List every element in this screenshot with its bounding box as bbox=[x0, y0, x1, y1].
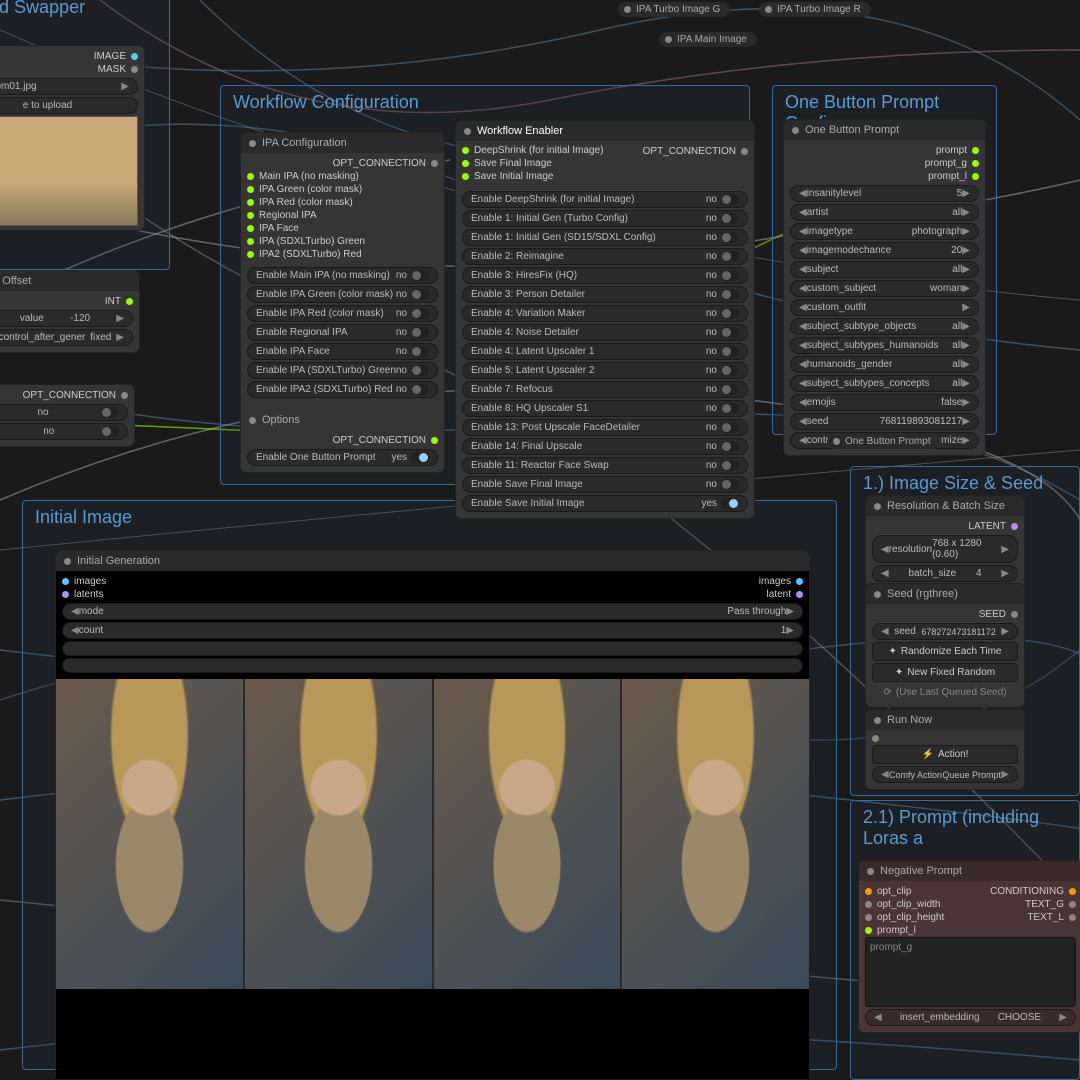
obp-output: prompt_g bbox=[790, 157, 979, 170]
node-obp[interactable]: One Button Prompt promptprompt_gprompt_l… bbox=[783, 119, 986, 456]
neg-port: opt_clip_widthTEXT_G bbox=[865, 898, 1076, 911]
new-fixed-btn[interactable]: ✦New Fixed Random bbox=[872, 663, 1018, 682]
output-image-4 bbox=[622, 679, 809, 989]
slider2[interactable] bbox=[62, 658, 803, 673]
node-ipa-config[interactable]: IPA Configuration OPT_CONNECTION Main IP… bbox=[240, 132, 445, 473]
ctrl-widget[interactable]: ◀control_after_generfixed▶ bbox=[0, 329, 133, 346]
obp-param[interactable]: ◀humanoids_genderall▶ bbox=[790, 356, 979, 373]
randomize-btn[interactable]: ✦Randomize Each Time bbox=[872, 642, 1018, 661]
ipa-port: IPA (SDXLTurbo) Green bbox=[247, 235, 438, 248]
enabler-toggle[interactable]: Enable 5: Latent Upscaler 2no bbox=[462, 362, 748, 379]
enabler-toggle[interactable]: Enable 3: Person Detailerno bbox=[462, 286, 748, 303]
ipa-toggle[interactable]: Enable IPA2 (SDXLTurbo) Redno bbox=[247, 381, 438, 398]
obp-output: prompt_l bbox=[790, 170, 979, 183]
enabler-toggle[interactable]: Enable 7: Refocusno bbox=[462, 381, 748, 398]
neg-port: opt_clip_heightTEXT_L bbox=[865, 911, 1076, 924]
obp-param[interactable]: ◀custom_outfit▶ bbox=[790, 299, 979, 316]
image-grid bbox=[56, 679, 809, 989]
count-widget[interactable]: ◀count1▶ bbox=[62, 622, 803, 639]
image-preview bbox=[0, 116, 138, 226]
enabler-toggle[interactable]: Enable 4: Latent Upscaler 1no bbox=[462, 343, 748, 360]
comfy-action[interactable]: ◀Comfy ActionQueue Prompt▶ bbox=[872, 766, 1018, 783]
enabler-toggle[interactable]: Enable 3: HiresFix (HQ)no bbox=[462, 267, 748, 284]
ipa-toggle[interactable]: Enable Main IPA (no masking)no bbox=[247, 267, 438, 284]
enabler-toggle[interactable]: Enable 4: Noise Detailerno bbox=[462, 324, 748, 341]
res-widget[interactable]: ◀resolution768 x 1280 (0.60)▶ bbox=[872, 535, 1018, 563]
enabler-toggle[interactable]: Enable 2: Reimagineno bbox=[462, 248, 748, 265]
obp-param[interactable]: ◀imagemodechance20▶ bbox=[790, 242, 979, 259]
node-negative-prompt[interactable]: Negative Prompt opt_clipCONDITIONING opt… bbox=[858, 860, 1080, 1033]
enabler-toggle[interactable]: Enable Save Final Imageno bbox=[462, 476, 748, 493]
ipa-toggle[interactable]: Enable IPA Green (color mask)no bbox=[247, 286, 438, 303]
ipa-port: IPA2 (SDXLTurbo) Red bbox=[247, 248, 438, 261]
obp-param[interactable]: ◀emojisfalse▶ bbox=[790, 394, 979, 411]
neg-port: prompt_l bbox=[865, 924, 1076, 937]
file-select[interactable]: Bathroom01.jpg▶ bbox=[0, 78, 138, 95]
batch-widget[interactable]: ◀batch_size4▶ bbox=[872, 565, 1018, 582]
enabler-toggle[interactable]: Enable 8: HQ Upscaler S1no bbox=[462, 400, 748, 417]
enabler-port: Save Final Image bbox=[462, 157, 748, 170]
opt-row1[interactable]: Turbo)no bbox=[0, 404, 128, 421]
obp-toggle[interactable]: Enable One Button Promptyes bbox=[247, 449, 438, 466]
ipa-port: Main IPA (no masking) bbox=[247, 170, 438, 183]
obp-param[interactable]: ◀subject_subtypes_humanoidsall▶ bbox=[790, 337, 979, 354]
obp-param[interactable]: ◀subject_subtype_objectsall▶ bbox=[790, 318, 979, 335]
obp-param[interactable]: ◀subject_subtypes_conceptsall▶ bbox=[790, 375, 979, 392]
enabler-toggle[interactable]: Enable 1: Initial Gen (Turbo Config)no bbox=[462, 210, 748, 227]
pill-ipa-turbo-r[interactable]: IPA Turbo Image R bbox=[759, 2, 871, 17]
obp-output: prompt bbox=[790, 144, 979, 157]
slider[interactable] bbox=[62, 641, 803, 656]
node-workflow-enabler[interactable]: Workflow Enabler OPT_CONNECTION DeepShri… bbox=[455, 120, 755, 519]
prompt-textarea[interactable]: prompt_g bbox=[865, 937, 1076, 1007]
seed-widget[interactable]: ◀seed678272473181172▶ bbox=[872, 623, 1018, 640]
obp-param[interactable]: ◀artistall▶ bbox=[790, 204, 979, 221]
obp-param[interactable]: ◀custom_subjectwoman▶ bbox=[790, 280, 979, 297]
obp-param[interactable]: ◀subjectall▶ bbox=[790, 261, 979, 278]
node-initial-gen[interactable]: Initial Generation imagesimages latentsl… bbox=[55, 550, 810, 1080]
ipa-port: IPA Red (color mask) bbox=[247, 196, 438, 209]
obp-param[interactable]: ◀seed768119893081217▶ bbox=[790, 413, 979, 430]
ipa-port: Regional IPA bbox=[247, 209, 438, 222]
enabler-toggle[interactable]: Enable DeepShrink (for initial Image)no bbox=[462, 191, 748, 208]
pill-obp[interactable]: One Button Prompt bbox=[827, 434, 941, 449]
ipa-toggle[interactable]: Enable Regional IPAno bbox=[247, 324, 438, 341]
pill-ipa-turbo-g[interactable]: IPA Turbo Image G bbox=[618, 2, 730, 17]
upload-button[interactable]: e to upload bbox=[0, 97, 138, 114]
enabler-toggle[interactable]: Enable Save Initial Imageyes bbox=[462, 495, 748, 512]
output-image-3 bbox=[434, 679, 621, 989]
enabler-toggle[interactable]: Enable 13: Post Upscale FaceDetailerno bbox=[462, 419, 748, 436]
enabler-toggle[interactable]: Enable 4: Variation Makerno bbox=[462, 305, 748, 322]
ipa-toggle[interactable]: Enable IPA (SDXLTurbo) Greenno bbox=[247, 362, 438, 379]
enabler-toggle[interactable]: Enable 11: Reactor Face Swapno bbox=[462, 457, 748, 474]
enabler-toggle[interactable]: Enable 14: Final Upscaleno bbox=[462, 438, 748, 455]
opt-row2[interactable]: XLTurbo)no bbox=[0, 423, 128, 440]
node-run-now[interactable]: Run Now ⚡Action! ◀Comfy ActionQueue Prom… bbox=[865, 709, 1025, 790]
node-seed[interactable]: Seed (rgthree) SEED ◀seed678272473181172… bbox=[865, 583, 1025, 708]
obp-param[interactable]: ◀insanitylevel5▶ bbox=[790, 185, 979, 202]
output-image-2 bbox=[245, 679, 432, 989]
output-image-1 bbox=[56, 679, 243, 989]
mode-widget[interactable]: ◀modePass through▶ bbox=[62, 603, 803, 620]
pill-ipa-main[interactable]: IPA Main Image bbox=[659, 32, 757, 47]
ipa-port: IPA Green (color mask) bbox=[247, 183, 438, 196]
node-y-offset[interactable]: Y Offset INT ◀value-120▶ ◀control_after_… bbox=[0, 270, 140, 353]
enabler-toggle[interactable]: Enable 1: Initial Gen (SD15/SDXL Config)… bbox=[462, 229, 748, 246]
ipa-port: IPA Face bbox=[247, 222, 438, 235]
action-btn[interactable]: ⚡Action! bbox=[872, 745, 1018, 764]
node-bg-image[interactable]: IMAGE MASK Bathroom01.jpg▶ e to upload bbox=[0, 45, 145, 231]
enabler-port: Save Initial Image bbox=[462, 170, 748, 183]
value-widget[interactable]: ◀value-120▶ bbox=[0, 310, 133, 327]
obp-param[interactable]: ◀imagetypephotograph▶ bbox=[790, 223, 979, 240]
ipa-toggle[interactable]: Enable IPA Faceno bbox=[247, 343, 438, 360]
use-last-btn[interactable]: ⟳(Use Last Queued Seed) bbox=[872, 684, 1018, 701]
embed-widget[interactable]: ◀insert_embeddingCHOOSE▶ bbox=[865, 1009, 1076, 1026]
ipa-toggle[interactable]: Enable IPA Red (color mask)no bbox=[247, 305, 438, 322]
node-opt-conn[interactable]: OPT_CONNECTION Turbo)no XLTurbo)no bbox=[0, 384, 135, 447]
node-resolution[interactable]: Resolution & Batch Size LATENT ◀resoluti… bbox=[865, 495, 1025, 589]
